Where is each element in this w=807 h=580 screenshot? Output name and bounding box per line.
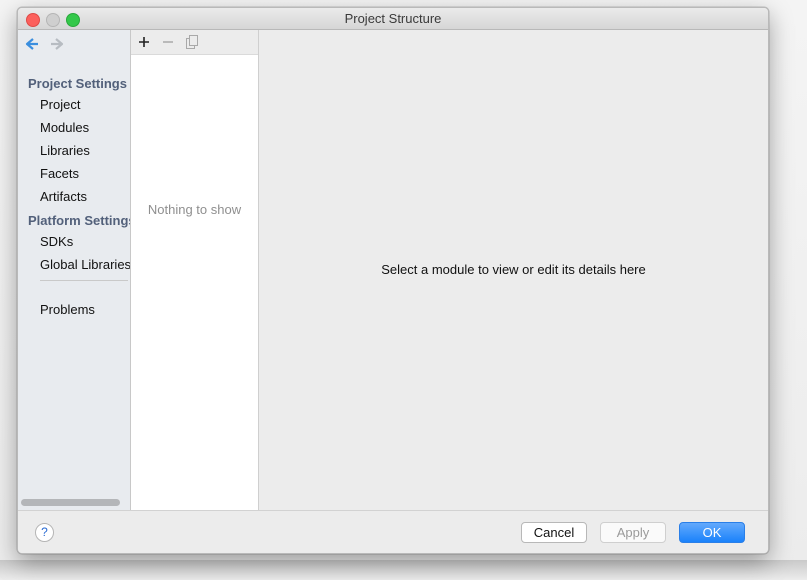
details-placeholder-message: Select a module to view or edit its deta… [381, 262, 646, 277]
sidebar-item-problems[interactable]: Problems [40, 302, 95, 317]
help-button[interactable]: ? [35, 523, 54, 542]
list-toolbar [131, 30, 258, 55]
sidebar-item-artifacts[interactable]: Artifacts [40, 189, 87, 204]
cancel-button[interactable]: Cancel [521, 522, 587, 543]
desktop-shadow [0, 560, 807, 580]
sidebar-horizontal-scrollbar[interactable] [21, 499, 120, 506]
empty-list-message: Nothing to show [147, 202, 242, 217]
ok-button[interactable]: OK [679, 522, 745, 543]
copy-icon [186, 35, 198, 49]
minus-icon [163, 41, 173, 43]
back-button[interactable] [24, 36, 40, 52]
add-button[interactable] [136, 34, 152, 50]
project-structure-window: Project Structure Project Settings Proje… [17, 7, 769, 554]
settings-sidebar: Project Settings Project Modules Librari… [18, 30, 131, 510]
details-pane: Select a module to view or edit its deta… [259, 30, 768, 510]
forward-button[interactable] [49, 36, 65, 52]
copy-button[interactable] [184, 34, 200, 50]
sidebar-item-global-libraries[interactable]: Global Libraries [40, 257, 130, 272]
sidebar-item-project[interactable]: Project [40, 97, 80, 112]
arrow-right-icon [51, 38, 64, 50]
platform-settings-heading: Platform Settings [28, 213, 131, 228]
sidebar-item-modules[interactable]: Modules [40, 120, 89, 135]
apply-button[interactable]: Apply [600, 522, 666, 543]
window-title: Project Structure [344, 11, 442, 26]
sidebar-item-libraries[interactable]: Libraries [40, 143, 90, 158]
sidebar-item-facets[interactable]: Facets [40, 166, 79, 181]
sidebar-divider [40, 280, 128, 281]
sidebar-item-sdks[interactable]: SDKs [40, 234, 73, 249]
plus-icon [139, 37, 149, 47]
module-list-pane: Nothing to show [131, 30, 259, 510]
arrow-left-icon [25, 38, 38, 50]
remove-button[interactable] [160, 34, 176, 50]
project-settings-heading: Project Settings [28, 76, 127, 91]
dialog-footer: ? Cancel Apply OK [18, 510, 768, 553]
title-bar: Project Structure [18, 8, 768, 30]
